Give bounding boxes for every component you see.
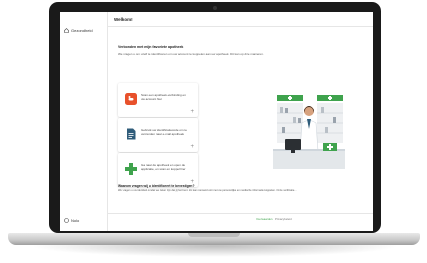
pill-circle-icon	[125, 93, 137, 105]
pharmacist-illustration	[273, 89, 345, 169]
footer-divider	[108, 213, 373, 214]
card-text: Scan een apotheek-verbinding en uw accou…	[141, 93, 186, 101]
help-icon	[64, 218, 69, 223]
card-text: Ga naar de apotheek en open de applicati…	[141, 163, 186, 171]
plus-icon[interactable]: +	[190, 109, 194, 115]
sidebar-item-label: Gezondheid	[71, 28, 93, 33]
option-card-code[interactable]: Gebruik uw identificatiecode om te verze…	[118, 118, 198, 152]
privacy-link[interactable]: Privacybeleid	[275, 217, 292, 221]
section-title: Verbonden met mijn favoriete apotheek	[118, 45, 184, 49]
laptop-screen: Gezondheid Nolo Welkom! Verbonden met mi…	[60, 12, 373, 231]
home-icon	[64, 28, 69, 33]
medical-cross-icon	[125, 163, 137, 175]
faq-title: Waarom vragen wij u identificeert te bev…	[118, 184, 195, 188]
sidebar-item-label: Nolo	[71, 218, 80, 223]
sidebar-item-home[interactable]: Gezondheid	[64, 28, 93, 33]
page-title: Welkom!	[114, 17, 133, 22]
laptop-notch	[188, 233, 240, 237]
terms-link[interactable]: Voorwaarden	[256, 217, 272, 221]
header-bar: Welkom!	[108, 12, 373, 27]
option-card-pharmacy[interactable]: Ga naar de apotheek en open de applicati…	[118, 153, 198, 187]
section-description: We vragen u om uzelf te identificeren om…	[118, 52, 264, 56]
card-text: Gebruik uw identificatiecode om te verze…	[141, 128, 187, 136]
camera-dot	[213, 6, 217, 10]
faq-text: We vragen u uw identiteit omdat we zeker…	[118, 189, 297, 192]
option-card-scan[interactable]: Scan een apotheek-verbinding en uw accou…	[118, 83, 198, 117]
sidebar: Gezondheid Nolo	[60, 12, 108, 231]
plus-icon[interactable]: +	[190, 144, 194, 150]
document-icon	[127, 128, 136, 140]
sidebar-item-help[interactable]: Nolo	[64, 218, 79, 223]
